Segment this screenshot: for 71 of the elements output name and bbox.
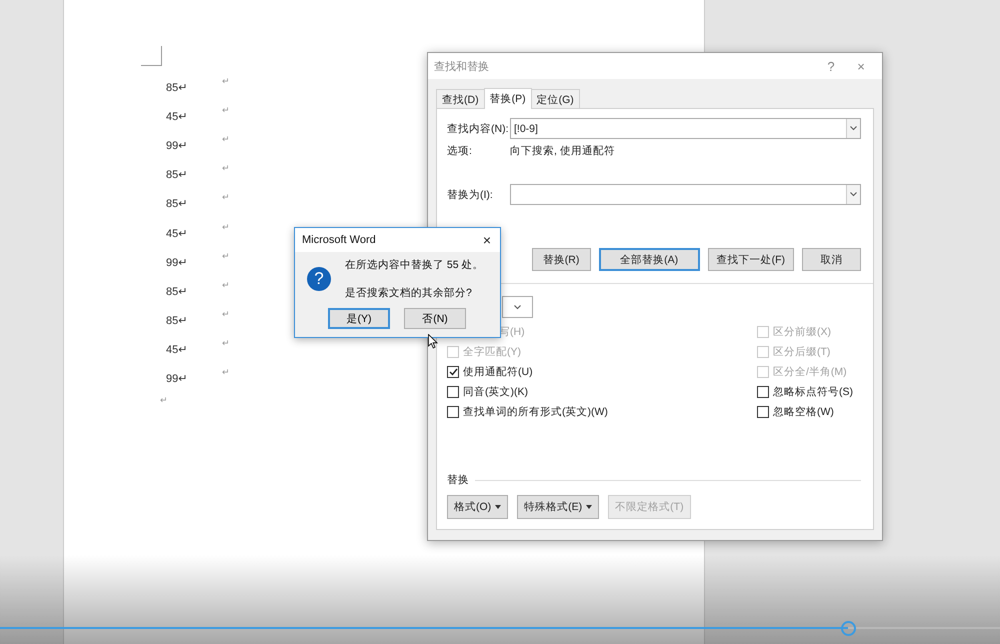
options-label: 选项: (447, 144, 473, 158)
paragraph-mark: ↵ (222, 192, 230, 204)
document-text: 85↵ (166, 81, 188, 94)
checkbox[interactable] (757, 386, 769, 398)
document-text: 85↵ (166, 284, 188, 298)
chevron-down-icon (850, 192, 857, 197)
paragraph-mark: ↵ (222, 366, 230, 378)
help-button[interactable]: ? (816, 58, 846, 74)
document-text: 45↵ (166, 342, 188, 356)
margin-corner-mark (141, 46, 162, 66)
checkbox[interactable] (757, 406, 769, 418)
progress-handle[interactable] (841, 621, 856, 636)
dialog-button[interactable]: 否(N) (404, 308, 466, 329)
caret-icon (586, 505, 592, 509)
field-label: 替换为(I): (447, 188, 494, 202)
tab[interactable]: 定位(G) (530, 89, 580, 108)
chevron-down-icon (850, 126, 857, 131)
dialog-button[interactable]: 全部替换(A) (598, 248, 700, 271)
question-icon: ? (307, 267, 331, 291)
paragraph-mark: ↵ (222, 280, 230, 291)
format-button[interactable]: 特殊格式(E) (517, 495, 600, 519)
dialog-button[interactable]: 取消 (802, 248, 861, 271)
checkbox-label: 忽略空格(W) (773, 405, 834, 419)
checkbox[interactable] (447, 406, 459, 418)
options-text: 向下搜索, 使用通配符 (510, 144, 615, 158)
section-label: 替换 (447, 473, 469, 487)
document-text: 85↵ (166, 197, 188, 210)
caret-icon (495, 505, 502, 509)
message-text: 是否搜索文档的其余部分? (345, 286, 473, 300)
dialog-button[interactable]: 查找下一处(F) (708, 248, 794, 271)
replace-field[interactable] (510, 184, 861, 205)
checkbox-label: 区分前缀(X) (773, 325, 831, 339)
tab[interactable]: 查找(D) (436, 89, 485, 108)
checkbox[interactable] (447, 366, 459, 378)
paragraph-mark: ↵ (222, 250, 230, 262)
document-text: 99↵ (166, 372, 188, 385)
close-button[interactable]: × (846, 58, 876, 74)
paragraph-mark: ↵ (222, 308, 230, 320)
search-dropdown[interactable] (502, 296, 533, 318)
document-text: 85↵ (166, 314, 188, 327)
paragraph-mark: ↵ (222, 338, 230, 349)
message-text: 在所选内容中替换了 55 处。 (345, 258, 484, 272)
checkbox-label: 查找单词的所有形式(英文)(W) (463, 405, 608, 419)
checkbox-label: 区分全/半角(M) (773, 365, 847, 379)
window-title: 查找和替换 (434, 60, 490, 74)
paragraph-mark: ↵ (222, 134, 230, 146)
find-field[interactable]: [!0-9] (510, 118, 861, 139)
chevron-down-icon (514, 304, 521, 310)
window-title: Microsoft Word (302, 234, 377, 246)
document-text: 85↵ (166, 168, 188, 182)
checkbox-label: 区分后缀(T) (773, 345, 830, 359)
field-label: 查找内容(N): (447, 122, 510, 136)
checkbox[interactable] (447, 386, 459, 398)
paragraph-mark: ↵ (160, 395, 169, 406)
checkbox-label: 使用通配符(U) (463, 365, 533, 379)
document-text: 99↵ (166, 139, 188, 152)
dialog-button[interactable]: 是(Y) (328, 308, 390, 329)
checkbox-label: 同音(英文)(K) (463, 385, 528, 399)
document-text: 45↵ (166, 226, 188, 240)
tab[interactable]: 替换(P) (484, 88, 532, 109)
document-text: 99↵ (166, 256, 188, 269)
format-button[interactable]: 格式(O) (447, 495, 508, 519)
checkbox-label: 全字匹配(Y) (463, 345, 521, 359)
dialog-button[interactable]: 替换(R) (532, 248, 591, 271)
paragraph-mark: ↵ (222, 222, 230, 233)
paragraph-mark: ↵ (222, 105, 230, 116)
paragraph-mark: ↵ (222, 163, 230, 174)
document-text: 45↵ (166, 110, 188, 124)
close-button[interactable]: × (474, 232, 500, 248)
checkbox-label: 忽略标点符号(S) (773, 385, 853, 399)
paragraph-mark: ↵ (222, 76, 230, 88)
